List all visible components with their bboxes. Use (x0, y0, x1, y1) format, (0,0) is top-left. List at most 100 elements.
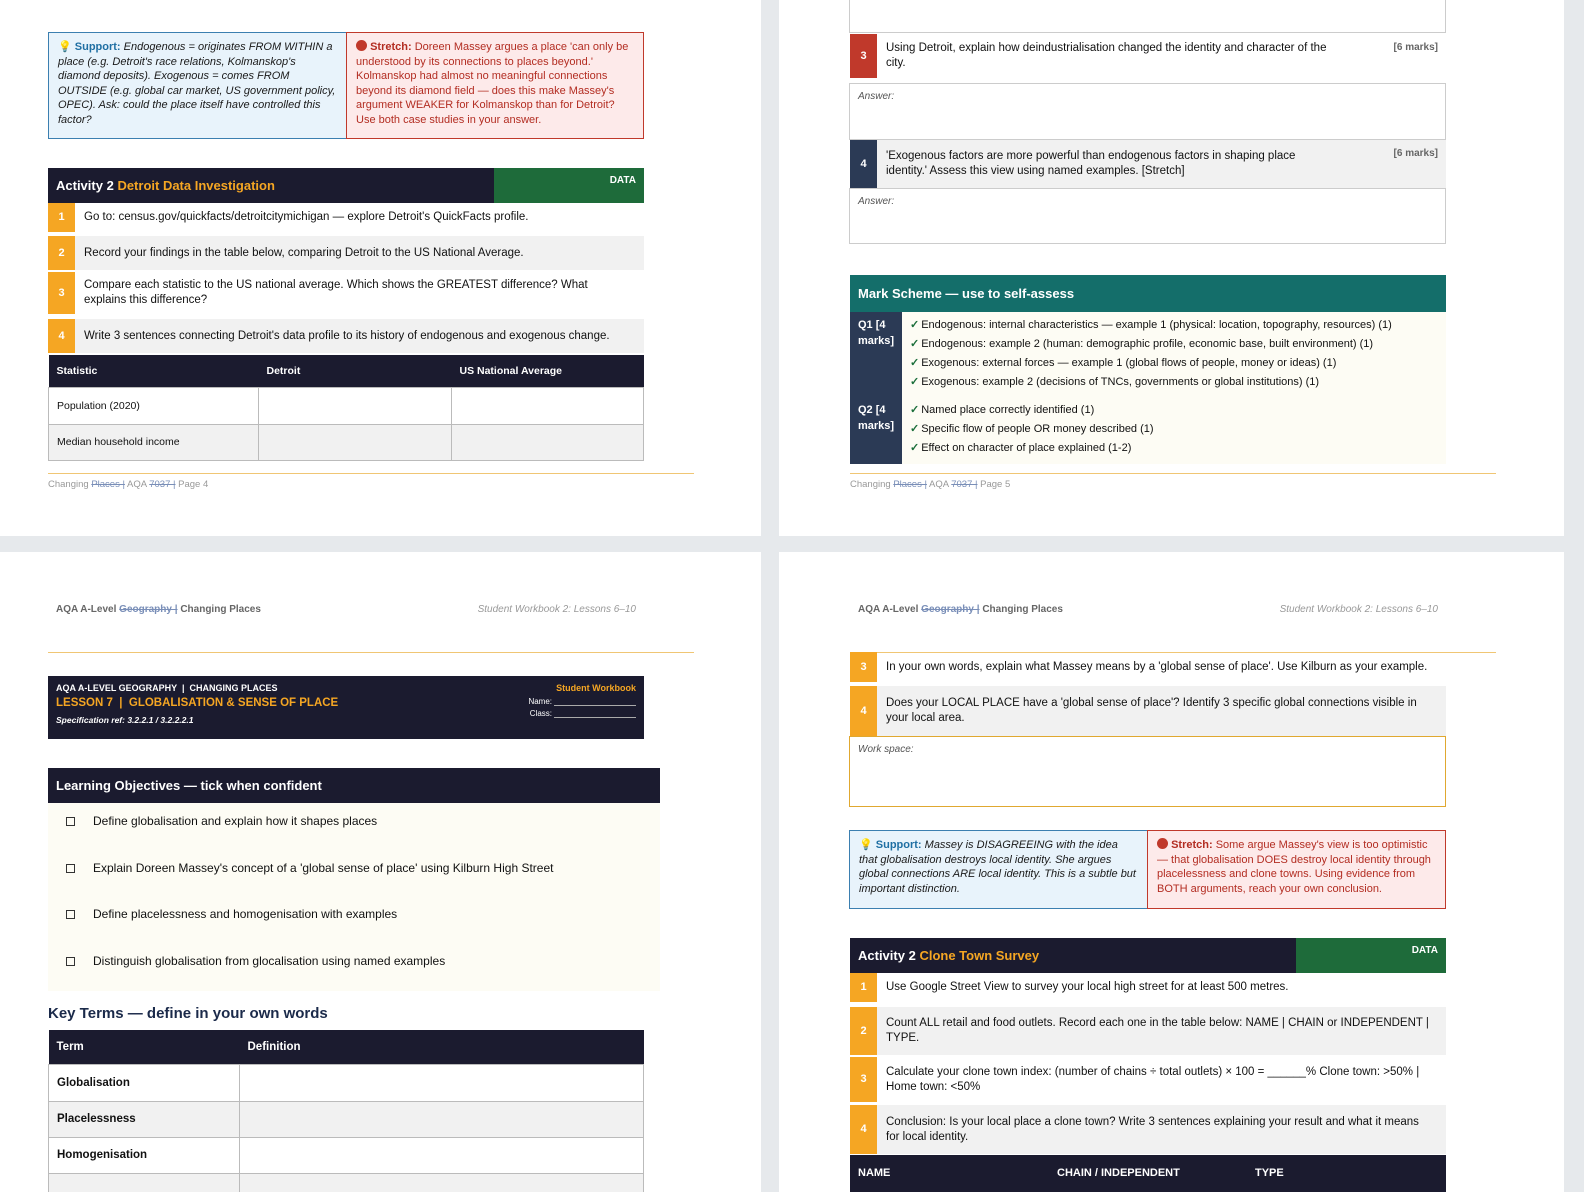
definition-cell[interactable] (239, 1172, 644, 1192)
table-cell: Population (2020) (48, 386, 259, 425)
step-2: 2 Record your findings in the table belo… (48, 236, 644, 270)
key-terms-title: Key Terms — define in your own words (48, 1005, 328, 1022)
ms-item: ✓ Endogenous: example 2 (human: demograph… (910, 335, 1373, 354)
ms-item-text: Exogenous: external forces — example 1 (… (921, 357, 1337, 369)
table-input-cell[interactable] (451, 386, 644, 425)
definition-cell[interactable] (239, 1136, 644, 1174)
detroit-data-table: Statistic Detroit US National Average Po… (48, 355, 644, 461)
footer-rule (48, 473, 694, 474)
step-4: 4 Conclusion: Is your local place a clon… (850, 1105, 1446, 1154)
table-input-cell[interactable] (258, 386, 452, 425)
ms-q2-label: Q2 [4 marks] (858, 404, 895, 432)
page-5: 3 Using Detroit, explain how deindustria… (779, 0, 1564, 536)
step-2: 2 Count ALL retail and food outlets. Rec… (850, 1007, 1446, 1055)
lesson-banner: AQA A-LEVEL GEOGRAPHY | CHANGING PLACES … (48, 676, 644, 739)
step-number: 2 (850, 1007, 877, 1055)
footer-text: 7037 | (951, 479, 978, 490)
lightbulb-icon: 💡 (58, 41, 72, 53)
step-3: 3 In your own words, explain what Massey… (850, 652, 1446, 682)
question-number: 3 (850, 34, 877, 78)
step-text: Record your findings in the table below,… (84, 246, 524, 259)
check-icon: ✓ (910, 319, 920, 331)
objective-text: Distinguish globalisation from glocalisa… (93, 954, 446, 968)
clone-town-table-header: NAME CHAIN / INDEPENDENT TYPE (850, 1155, 1446, 1192)
step-1: 1 Go to: census.gov/quickfacts/detroitci… (48, 203, 644, 232)
stretch-label: Stretch: (1171, 839, 1213, 851)
header-text: AQA A-Level (858, 604, 922, 615)
table-header: US National Average (451, 355, 644, 387)
checkbox[interactable] (66, 956, 75, 966)
definition-cell[interactable] (239, 1063, 644, 1102)
ms-item-text: Specific flow of people OR money describ… (921, 423, 1154, 435)
activity-title: Detroit Data Investigation (117, 178, 275, 193)
header-text: Geography | (921, 604, 980, 615)
answer-box[interactable]: Answer: (849, 188, 1446, 244)
running-header-right: Student Workbook 2: Lessons 6–10 (477, 604, 636, 615)
header-text: Changing Places (979, 604, 1063, 615)
step-number: 1 (48, 203, 75, 232)
question-marks: [6 marks] (1393, 148, 1438, 159)
footer-text: Page 4 (175, 479, 209, 490)
table-cell: Median household income (48, 423, 259, 461)
definition-cell[interactable] (239, 1100, 644, 1138)
header-text: AQA A-Level (56, 604, 120, 615)
header-text: Changing Places (177, 604, 261, 615)
stretch-dot-icon (1157, 838, 1168, 849)
header-rule (48, 652, 694, 653)
ms-item-text: Endogenous: example 2 (human: demographi… (921, 338, 1374, 350)
step-number: 2 (48, 236, 75, 270)
step-number: 4 (850, 1105, 877, 1154)
class-field[interactable]: Class: (530, 709, 636, 718)
activity-label: Activity 2 (56, 178, 114, 193)
step-text: Go to: census.gov/quickfacts/detroitcity… (84, 211, 529, 223)
step-text: Calculate your clone town index: (number… (886, 1065, 1420, 1093)
step-number: 3 (850, 652, 877, 682)
checkbox[interactable] (66, 909, 75, 919)
name-field[interactable]: Name: (528, 697, 636, 706)
table-input-cell[interactable] (258, 423, 452, 461)
table-header: Statistic (48, 355, 259, 387)
stretch-dot-icon (356, 40, 367, 51)
objective-item: Explain Doreen Massey's concept of a 'gl… (66, 861, 553, 875)
ms-item-text: Exogenous: example 2 (decisions of TNCs,… (921, 376, 1320, 388)
ms-item: ✓ Exogenous: example 2 (decisions of TNCs… (910, 373, 1319, 392)
check-icon: ✓ (910, 338, 920, 350)
checkbox[interactable] (66, 863, 75, 873)
objectives-bar: Learning Objectives — tick when confiden… (48, 768, 660, 803)
table-header: Definition (239, 1030, 644, 1064)
page-7: AQA A-Level Geography | Changing Places … (779, 552, 1564, 1192)
page-4: 💡 Support: Endogenous = originates FROM … (0, 0, 761, 536)
table-input-cell[interactable] (451, 423, 644, 461)
ms-q1-label: Q1 [4 marks] (858, 319, 895, 347)
banner-top: AQA A-LEVEL GEOGRAPHY | CHANGING PLACES (56, 683, 278, 693)
ms-item: ✓ Specific flow of people OR money descri… (910, 420, 1154, 439)
term-cell: Homogenisation (48, 1136, 240, 1174)
work-space[interactable]: Work space: (849, 736, 1446, 807)
activity-bar: Activity 2 Clone Town Survey DATA (850, 938, 1446, 973)
page-footer: Changing Places | AQA 7037 | Page 4 (48, 479, 208, 490)
objective-item: Define placelessness and homogenisation … (66, 907, 397, 921)
question-4: 4 'Exogenous factors are more powerful t… (850, 140, 1446, 188)
answer-box[interactable]: Answer: (849, 83, 1446, 140)
objectives-title: Learning Objectives — tick when confiden… (56, 778, 322, 793)
step-4: 4 Does your LOCAL PLACE have a 'global s… (850, 686, 1446, 736)
previous-answer-box[interactable] (849, 0, 1446, 33)
data-badge: DATA (1296, 938, 1446, 973)
step-1: 1 Use Google Street View to survey your … (850, 973, 1446, 1002)
step-text: Compare each statistic to the US nationa… (84, 279, 588, 306)
checkbox[interactable] (66, 816, 75, 826)
footer-text: Places | (893, 479, 927, 490)
table-header: NAME (858, 1167, 891, 1179)
objective-text: Define placelessness and homogenisation … (93, 907, 398, 921)
banner-lesson: LESSON 7 | GLOBALISATION & SENSE OF PLAC… (56, 697, 339, 709)
activity-title: Clone Town Survey (919, 948, 1040, 963)
step-number: 1 (850, 973, 877, 1002)
footer-text: AQA (124, 479, 150, 490)
work-space-label: Work space: (858, 744, 914, 755)
step-3: 3 Compare each statistic to the US natio… (48, 272, 644, 314)
banner-spec: Specification ref: 3.2.2.1 / 3.2.2.2.1 (56, 715, 194, 725)
key-terms-table: Term Definition Globalisation Placelessn… (48, 1030, 644, 1192)
ms-item: ✓ Effect on character of place explained … (910, 439, 1131, 458)
objective-item: Distinguish globalisation from glocalisa… (66, 954, 445, 968)
mark-scheme-bar: Mark Scheme — use to self-assess (850, 275, 1446, 312)
